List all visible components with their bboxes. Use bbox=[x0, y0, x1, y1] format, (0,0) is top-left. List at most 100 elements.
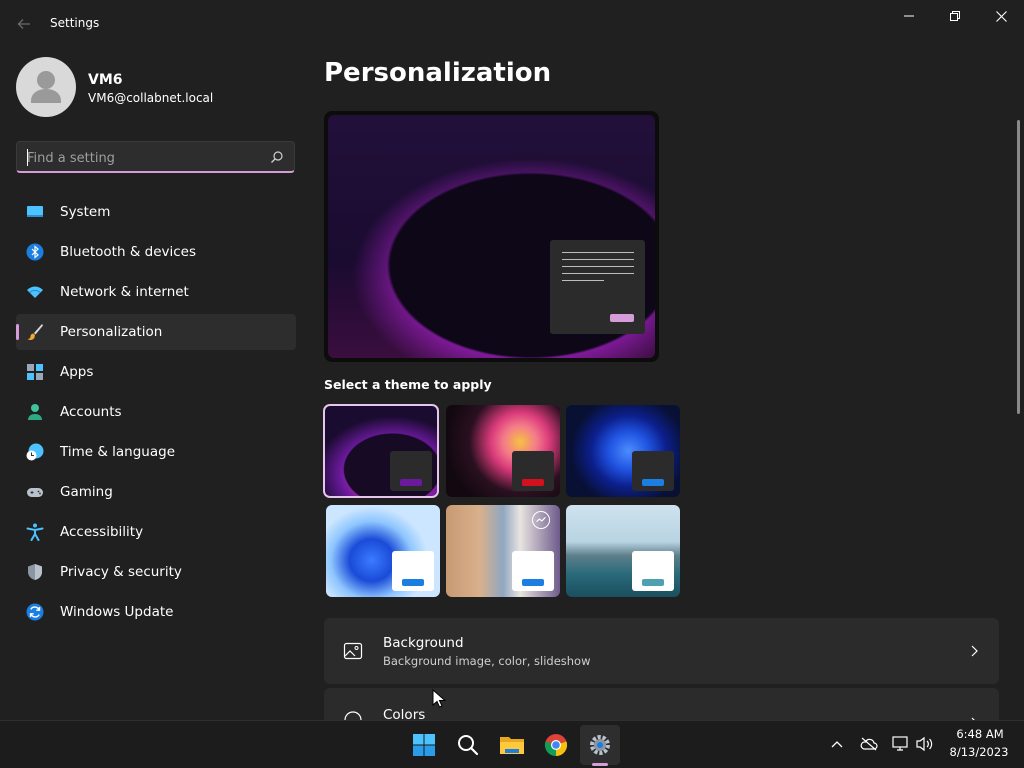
sidebar-item-windows-update[interactable]: Windows Update bbox=[16, 594, 296, 630]
preview-accent-button bbox=[610, 314, 634, 322]
image-icon bbox=[343, 642, 363, 660]
restore-icon bbox=[950, 11, 960, 21]
sidebar-item-accessibility[interactable]: Accessibility bbox=[16, 514, 296, 550]
person-icon bbox=[31, 71, 61, 103]
user-name: VM6 bbox=[88, 72, 123, 88]
bluetooth-icon bbox=[26, 243, 44, 261]
search-icon bbox=[458, 735, 479, 756]
theme-tile-spotlight[interactable] bbox=[446, 505, 560, 597]
file-explorer-icon bbox=[500, 737, 524, 754]
restore-button[interactable] bbox=[932, 0, 978, 32]
sidebar-item-label: Bluetooth & devices bbox=[60, 244, 197, 260]
sidebar-item-label: Gaming bbox=[60, 484, 113, 500]
card-subtitle: Background image, color, slideshow bbox=[383, 654, 591, 668]
sidebar-item-personalization[interactable]: Personalization bbox=[16, 314, 296, 350]
preview-window bbox=[550, 240, 645, 334]
search-box[interactable] bbox=[16, 141, 295, 173]
sidebar-item-label: Accessibility bbox=[60, 524, 144, 540]
theme-accent-swatch bbox=[402, 579, 424, 586]
mouse-cursor-icon bbox=[432, 689, 446, 708]
background-card[interactable]: Background Background image, color, slid… bbox=[324, 618, 999, 684]
network-icon bbox=[892, 736, 908, 751]
sidebar-item-label: Apps bbox=[60, 364, 94, 380]
file-explorer-button[interactable] bbox=[492, 725, 532, 765]
search-input[interactable] bbox=[27, 148, 257, 168]
accessibility-icon bbox=[26, 523, 44, 541]
sidebar-item-gaming[interactable]: Gaming bbox=[16, 474, 296, 510]
user-email: VM6@collabnet.local bbox=[88, 91, 214, 105]
onedrive-button[interactable] bbox=[858, 733, 880, 755]
theme-accent-swatch bbox=[522, 479, 544, 486]
scrollbar[interactable] bbox=[1017, 120, 1020, 414]
preview-line bbox=[562, 266, 634, 267]
sidebar-item-accounts[interactable]: Accounts bbox=[16, 394, 296, 430]
sidebar-item-label: System bbox=[60, 204, 111, 220]
sidebar-item-label: Accounts bbox=[60, 404, 122, 420]
sidebar-item-network[interactable]: Network & internet bbox=[16, 274, 296, 310]
chrome-icon bbox=[544, 734, 568, 757]
clock-time[interactable]: 6:48 AM bbox=[950, 727, 1010, 741]
sidebar-item-label: Network & internet bbox=[60, 284, 189, 300]
network-button[interactable] bbox=[890, 733, 912, 755]
sidebar-item-label: Time & language bbox=[60, 444, 176, 460]
theme-tile-windows-light[interactable] bbox=[326, 505, 440, 597]
start-icon bbox=[413, 734, 435, 756]
theme-tile-windows-dark[interactable] bbox=[566, 405, 680, 497]
minimize-button[interactable] bbox=[886, 0, 932, 32]
taskbar-search-button[interactable] bbox=[448, 725, 488, 765]
avatar[interactable] bbox=[16, 57, 76, 117]
cloud-offline-icon bbox=[860, 737, 878, 751]
active-app-indicator bbox=[592, 763, 608, 766]
preview-line bbox=[562, 273, 634, 274]
sidebar-item-label: Privacy & security bbox=[60, 564, 182, 580]
theme-tile-captured-motion[interactable] bbox=[446, 405, 560, 497]
apps-icon bbox=[27, 364, 43, 380]
sidebar-item-apps[interactable]: Apps bbox=[16, 354, 296, 390]
theme-accent-swatch bbox=[642, 479, 664, 486]
chevron-up-icon bbox=[831, 741, 843, 748]
clock-date[interactable]: 8/13/2023 bbox=[946, 745, 1012, 759]
volume-icon bbox=[916, 736, 933, 752]
card-title: Background bbox=[383, 635, 464, 651]
back-button[interactable] bbox=[12, 12, 36, 36]
chevron-right-icon bbox=[971, 645, 978, 657]
window-title: Settings bbox=[50, 16, 100, 30]
preview-line bbox=[562, 259, 634, 260]
clock-globe-icon bbox=[26, 443, 44, 461]
theme-heading: Select a theme to apply bbox=[324, 377, 492, 392]
colors-card[interactable]: Colors bbox=[324, 688, 999, 729]
spotlight-icon bbox=[532, 511, 550, 529]
theme-tile-flow[interactable] bbox=[566, 505, 680, 597]
update-icon bbox=[26, 603, 44, 621]
sidebar-item-time-language[interactable]: Time & language bbox=[16, 434, 296, 470]
settings-icon bbox=[590, 735, 610, 755]
title-bar: Settings bbox=[0, 0, 1024, 48]
volume-button[interactable] bbox=[914, 733, 936, 755]
search-icon[interactable] bbox=[270, 150, 284, 164]
close-icon bbox=[995, 10, 1007, 22]
person-icon bbox=[28, 404, 42, 420]
show-hidden-icons-button[interactable] bbox=[826, 733, 848, 755]
settings-taskbar-button[interactable] bbox=[580, 725, 620, 765]
wifi-icon bbox=[27, 286, 43, 298]
preview-line bbox=[562, 252, 634, 253]
sidebar-nav: System Bluetooth & devices Network & int… bbox=[16, 194, 296, 634]
shield-icon bbox=[28, 564, 42, 580]
minimize-icon bbox=[904, 15, 914, 17]
monitor-icon bbox=[27, 206, 43, 217]
start-button[interactable] bbox=[404, 725, 444, 765]
back-arrow-icon bbox=[17, 19, 30, 29]
theme-tile-glow-dark[interactable] bbox=[323, 404, 439, 498]
page-title: Personalization bbox=[324, 58, 552, 88]
preview-line bbox=[562, 280, 604, 281]
theme-accent-swatch bbox=[522, 579, 544, 586]
theme-accent-swatch bbox=[400, 479, 422, 486]
taskbar bbox=[0, 720, 1024, 768]
sidebar-item-system[interactable]: System bbox=[16, 194, 296, 230]
wallpaper-preview bbox=[328, 115, 655, 358]
text-caret bbox=[27, 149, 28, 166]
sidebar-item-bluetooth[interactable]: Bluetooth & devices bbox=[16, 234, 296, 270]
sidebar-item-privacy-security[interactable]: Privacy & security bbox=[16, 554, 296, 590]
chrome-button[interactable] bbox=[536, 725, 576, 765]
close-button[interactable] bbox=[978, 0, 1024, 32]
